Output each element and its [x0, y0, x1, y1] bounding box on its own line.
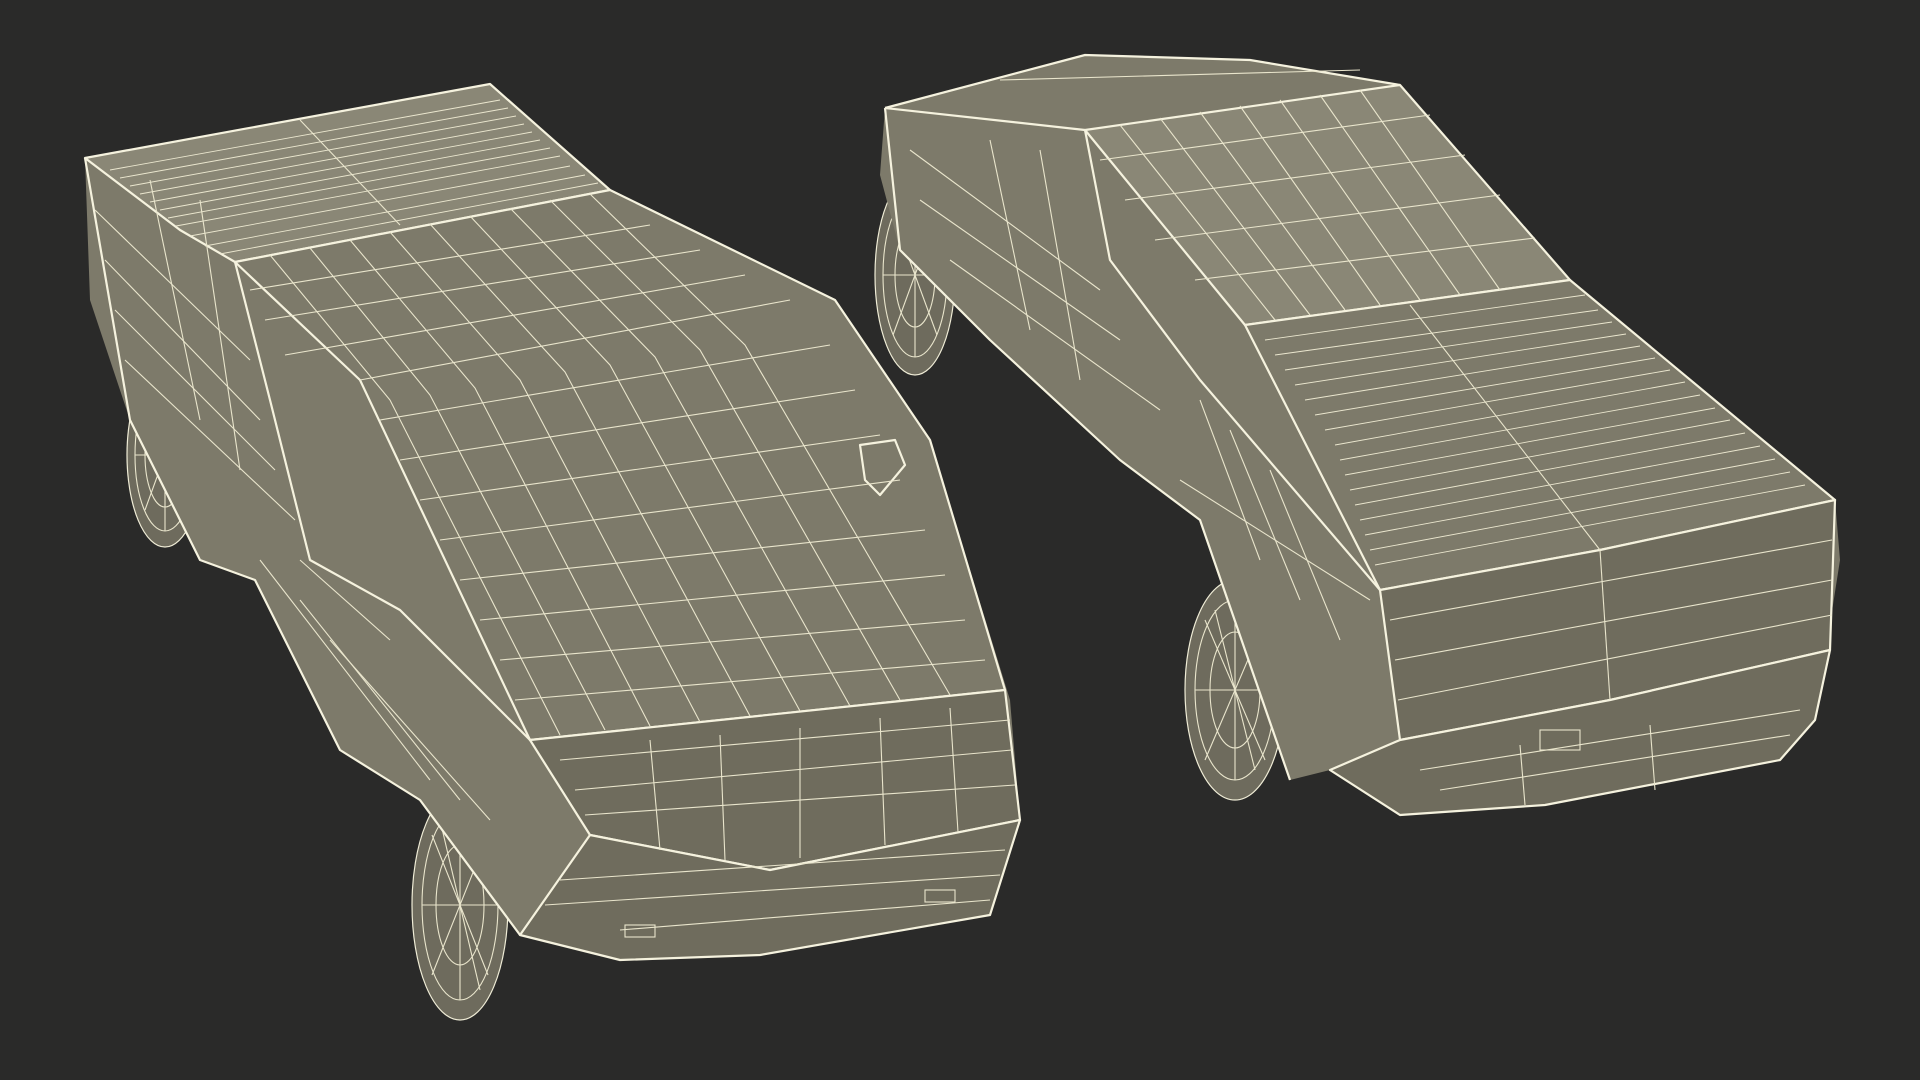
- render-viewport: [0, 0, 1920, 1080]
- truck-rear-view: [874, 53, 1840, 817]
- wireframe-render-canvas: [83, 53, 1840, 1021]
- truck-front-view: [83, 82, 1022, 1021]
